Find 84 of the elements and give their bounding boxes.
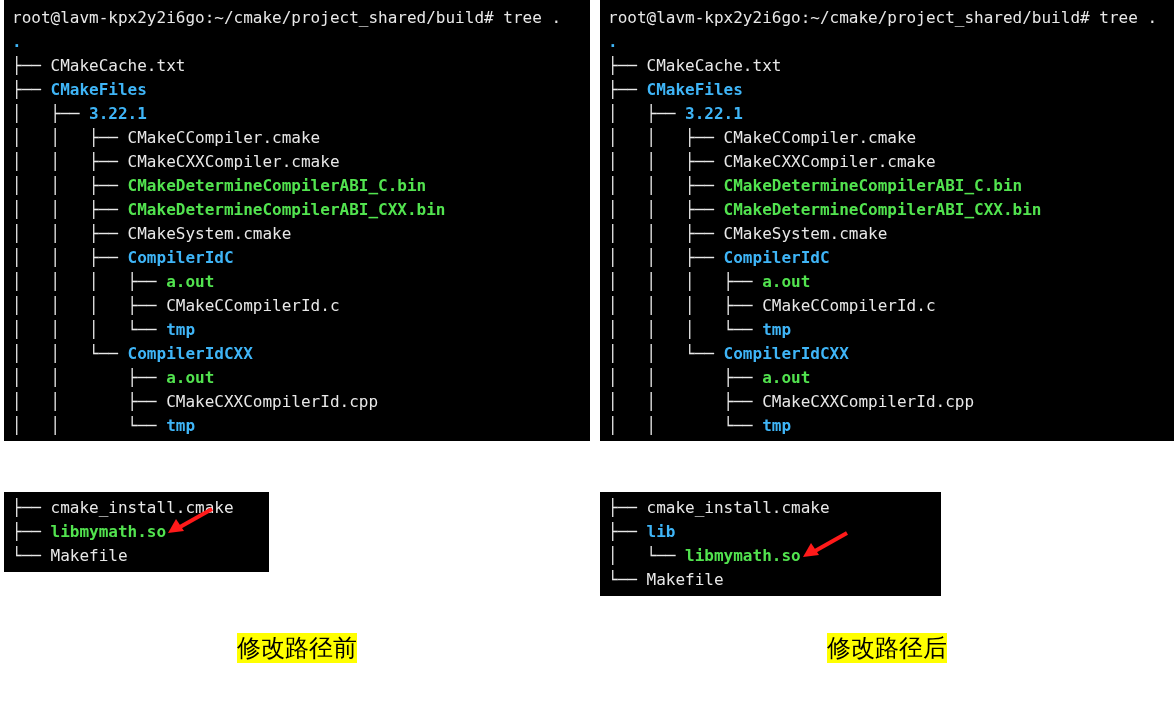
tree-branch: └── [12, 545, 42, 567]
tree-branch: │ │ ├── [12, 223, 119, 245]
file-name: CMakeDetermineCompilerABI_C.bin [723, 176, 1023, 195]
file-name: CMakeDetermineCompilerABI_C.bin [127, 176, 427, 195]
caption: 修改路径后 [827, 633, 947, 663]
tree-branch: │ │ └── [608, 343, 715, 365]
tree-branch: │ │ ├── [12, 175, 119, 197]
file-name: CMakeCCompilerId.c [762, 296, 936, 315]
file-name: a.out [166, 272, 215, 291]
tree-branch: │ │ ├── [608, 151, 715, 173]
file-name: CompilerIdCXX [127, 344, 253, 363]
file-name: a.out [762, 368, 811, 387]
file-name: cmake_install.cmake [50, 498, 234, 517]
file-name: CMakeFiles [646, 80, 743, 99]
tree-branch: │ │ ├── [608, 175, 715, 197]
tree-branch: │ │ └── [12, 415, 158, 437]
tree-branch: │ │ │ └── [12, 319, 158, 341]
tree-branch: ├── [12, 497, 42, 519]
file-name: tmp [762, 320, 792, 339]
tree-branch: ├── [12, 55, 42, 77]
file-name: CMakeCXXCompilerId.cpp [762, 392, 975, 411]
file-name: CMakeCXXCompiler.cmake [723, 152, 936, 171]
tree-branch: │ │ ├── [12, 127, 119, 149]
tree-branch: │ │ ├── [12, 199, 119, 221]
tree-branch: │ │ │ └── [608, 319, 754, 341]
file-name: CMakeFiles [50, 80, 147, 99]
tree-branch: │ │ │ ├── [12, 271, 158, 293]
file-name: tmp [166, 416, 196, 435]
file-name: CMakeCCompiler.cmake [723, 128, 917, 147]
tree-branch: └── [608, 569, 638, 591]
file-name: CMakeCXXCompilerId.cpp [166, 392, 379, 411]
command-prompt: root@lavm-kpx2y2i6go:~/cmake/project_shared/build# tree . [608, 7, 1159, 29]
tree-branch: ├── [608, 497, 638, 519]
file-name: CMakeCCompilerId.c [166, 296, 340, 315]
tree-branch: │ │ ├── [12, 391, 158, 413]
file-name: CMakeSystem.cmake [127, 224, 292, 243]
tree-root: . [608, 31, 618, 53]
file-name: a.out [762, 272, 811, 291]
file-name: CMakeDetermineCompilerABI_CXX.bin [127, 200, 446, 219]
tree-branch: │ │ ├── [12, 247, 119, 269]
file-name: CompilerIdC [127, 248, 234, 267]
tree-branch: ├── [608, 79, 638, 101]
tree-branch: │ │ ├── [608, 223, 715, 245]
file-name: tmp [166, 320, 196, 339]
file-name: CompilerIdCXX [723, 344, 849, 363]
tree-branch: │ │ │ ├── [12, 295, 158, 317]
tree-branch: │ └── [608, 545, 677, 567]
tree-branch: │ │ ├── [608, 199, 715, 221]
tree-branch: ├── [608, 55, 638, 77]
file-name: CMakeCache.txt [646, 56, 782, 75]
tree-branch: │ │ ├── [608, 391, 754, 413]
tree-branch: │ │ └── [12, 343, 119, 365]
caption: 修改路径前 [237, 633, 357, 663]
tree-branch: │ │ ├── [12, 151, 119, 173]
tree-root: . [12, 31, 22, 53]
tree-branch: │ ├── [12, 103, 81, 125]
tree-branch: │ │ │ ├── [608, 295, 754, 317]
tree-branch: ├── [12, 79, 42, 101]
file-name: lib [646, 522, 676, 541]
tree-branch: │ │ ├── [608, 367, 754, 389]
file-name: Makefile [50, 546, 128, 565]
tree-branch: ├── [12, 521, 42, 543]
tree-branch: ├── [608, 521, 638, 543]
file-name: a.out [166, 368, 215, 387]
file-name: libmymath.so [685, 546, 801, 565]
file-name: CMakeCXXCompiler.cmake [127, 152, 340, 171]
file-name: 3.22.1 [89, 104, 147, 123]
tree-branch: │ │ │ ├── [608, 271, 754, 293]
file-name: tmp [762, 416, 792, 435]
file-name: CMakeDetermineCompilerABI_CXX.bin [723, 200, 1042, 219]
tree-branch: │ │ ├── [608, 127, 715, 149]
file-name: cmake_install.cmake [646, 498, 830, 517]
file-name: CompilerIdC [723, 248, 830, 267]
tree-branch: │ │ └── [608, 415, 754, 437]
file-name: CMakeCache.txt [50, 56, 186, 75]
tree-branch: │ │ ├── [608, 247, 715, 269]
tree-branch: │ ├── [608, 103, 677, 125]
command-prompt: root@lavm-kpx2y2i6go:~/cmake/project_shared/build# tree . [12, 7, 563, 29]
file-name: Makefile [646, 570, 724, 589]
tree-branch: │ │ ├── [12, 367, 158, 389]
file-name: CMakeCCompiler.cmake [127, 128, 321, 147]
file-name: libmymath.so [50, 522, 167, 541]
file-name: CMakeSystem.cmake [723, 224, 888, 243]
file-name: 3.22.1 [685, 104, 743, 123]
